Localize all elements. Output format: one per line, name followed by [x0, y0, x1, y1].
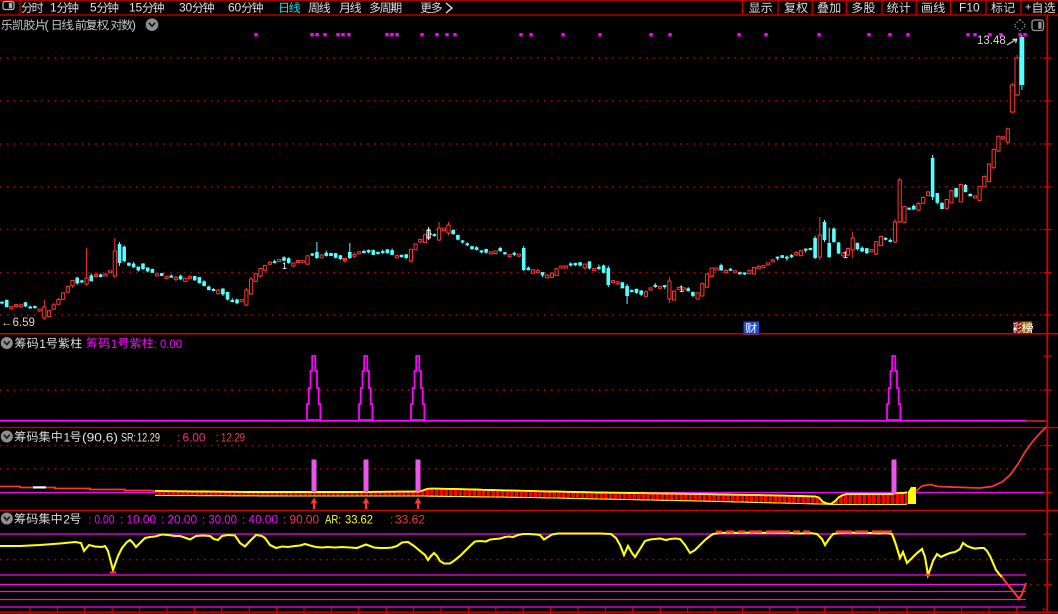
svg-text::: :	[216, 431, 219, 445]
svg-text:.: .	[72, 19, 75, 33]
svg-text:.: .	[107, 19, 110, 33]
svg-text:AR:: AR:	[325, 513, 341, 527]
svg-text:1: 1	[111, 337, 118, 351]
svg-text:2: 2	[63, 513, 70, 527]
svg-text:: 20.00: : 20.00	[161, 513, 197, 527]
svg-text:F10: F10	[959, 1, 980, 15]
svg-text:12.29: 12.29	[221, 431, 245, 445]
svg-text:5: 5	[136, 1, 143, 15]
svg-text:12.29: 12.29	[137, 431, 160, 445]
svg-text:: 30.00: : 30.00	[202, 513, 237, 527]
svg-text:6.00: 6.00	[183, 431, 206, 445]
svg-text:+: +	[1025, 2, 1031, 14]
svg-text:: 40.00: : 40.00	[242, 513, 278, 527]
svg-text:(90,6): (90,6)	[82, 431, 118, 445]
svg-text:1: 1	[64, 431, 71, 445]
svg-text:0.00: 0.00	[160, 337, 182, 351]
svg-text:←6.59: ←6.59	[1, 317, 35, 329]
svg-text:): )	[132, 19, 136, 33]
svg-text:5: 5	[90, 1, 97, 15]
svg-text:1: 1	[679, 284, 684, 294]
svg-text::: :	[154, 337, 157, 351]
svg-text:33.62: 33.62	[345, 513, 373, 527]
svg-text:0: 0	[186, 1, 193, 15]
svg-text:13.48: 13.48	[977, 35, 1006, 47]
svg-text::: :	[177, 431, 180, 445]
svg-text:33.62: 33.62	[395, 513, 425, 527]
svg-text:1: 1	[282, 261, 287, 271]
svg-text:: 90.00: : 90.00	[283, 513, 319, 527]
svg-text:: 10.00: : 10.00	[120, 513, 156, 527]
svg-text:1: 1	[843, 250, 848, 260]
svg-text:1: 1	[50, 1, 57, 15]
svg-text:SR:: SR:	[121, 431, 136, 445]
svg-text::: :	[390, 513, 393, 527]
svg-text:0: 0	[235, 1, 242, 15]
svg-text:: 0.00: : 0.00	[89, 513, 115, 527]
svg-text:1: 1	[39, 337, 46, 351]
